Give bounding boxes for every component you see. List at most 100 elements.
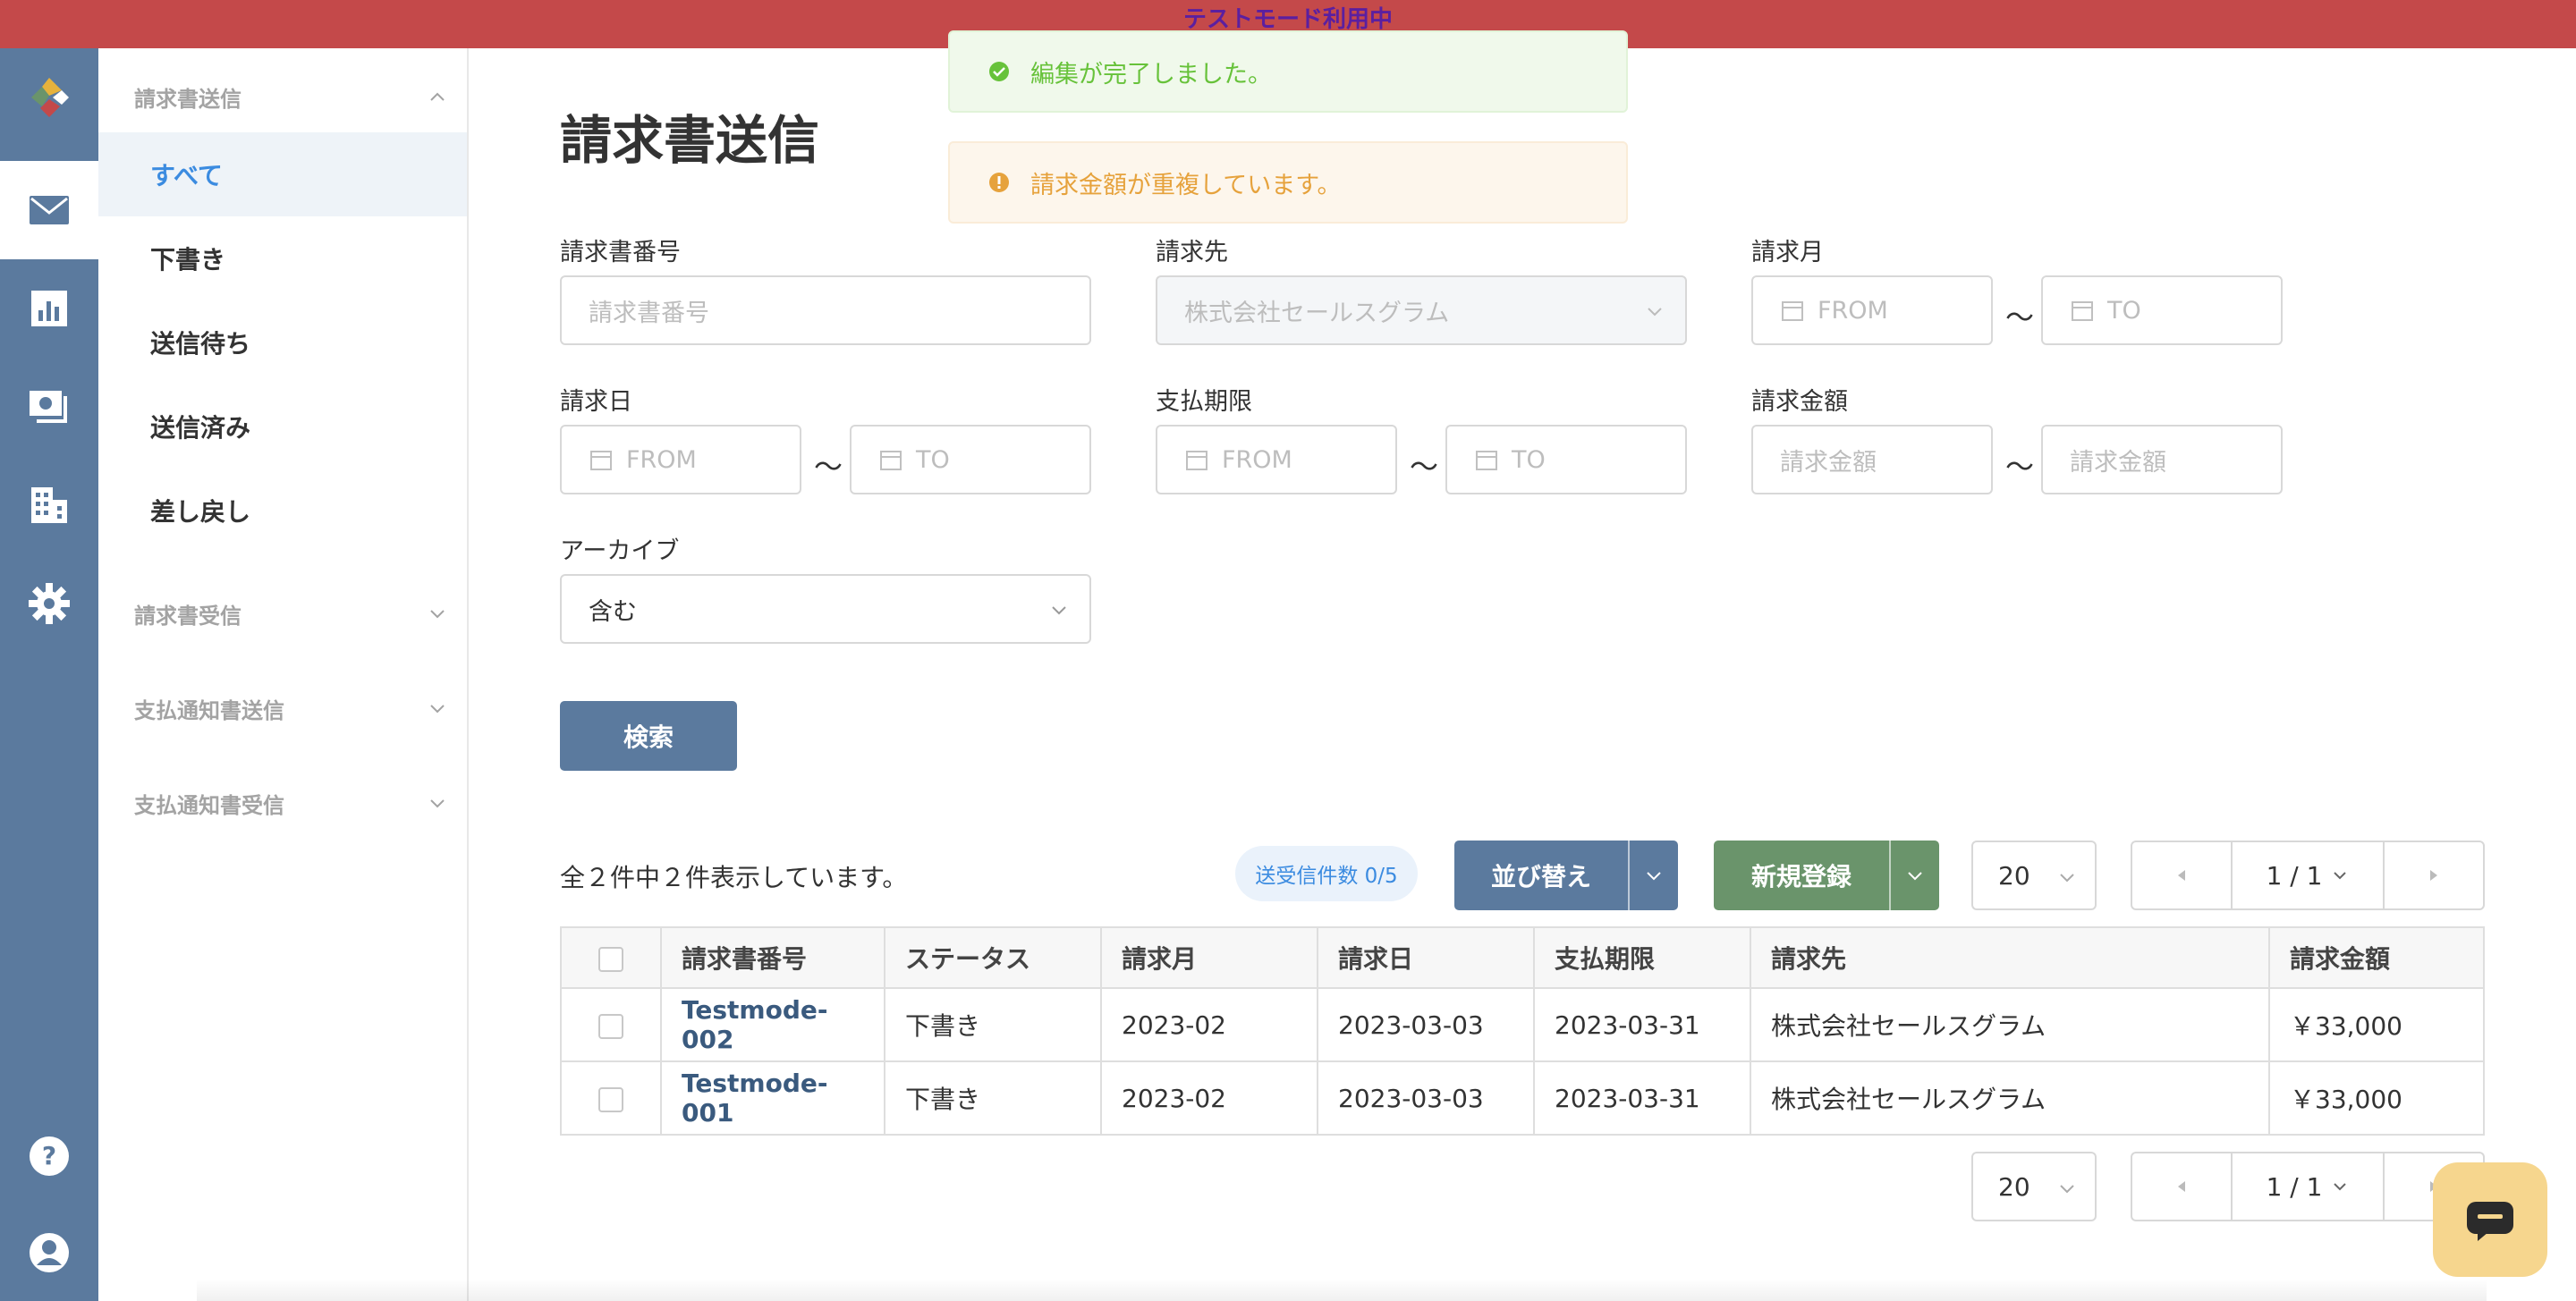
chat-widget-button[interactable] [2433, 1162, 2547, 1277]
sidebar: 請求書送信 すべて 下書き 送信待ち 送信済み 差し戻し 請求書受信 支払通知書… [98, 48, 469, 1301]
cell-amount: ￥33,000 [2268, 1060, 2485, 1136]
sidebar-item-draft[interactable]: 下書き [98, 216, 467, 300]
table-row[interactable]: Testmode-002 下書き 2023-02 2023-03-03 2023… [560, 987, 2485, 1062]
prev-page-button[interactable] [2132, 842, 2231, 908]
billing-month-to-input[interactable]: TO [2041, 275, 2283, 345]
col-amount[interactable]: 請求金額 [2268, 926, 2485, 989]
success-toast: 編集が完了しました。 [948, 30, 1628, 113]
chevron-down-icon [2334, 872, 2347, 880]
chevron-down-icon [430, 799, 445, 808]
help-icon[interactable]: ? [0, 1107, 98, 1205]
cell-billing-month: 2023-02 [1100, 1060, 1318, 1136]
invoice-date-to-input[interactable]: TO [850, 425, 1091, 494]
cell-billing-to: 株式会社セールスグラム [1750, 987, 2270, 1062]
table-row[interactable]: Testmode-001 下書き 2023-02 2023-03-03 2023… [560, 1060, 2485, 1136]
calendar-icon [2072, 301, 2093, 321]
mail-icon[interactable] [0, 161, 98, 259]
billing-month-label: 請求月 [1751, 239, 1824, 266]
cell-invoice-number: Testmode-002 [660, 987, 886, 1062]
warning-circle-icon [989, 173, 1009, 192]
invoice-date-label: 請求日 [560, 388, 632, 416]
chevron-up-icon [430, 92, 445, 101]
cell-invoice-date: 2023-03-03 [1317, 1060, 1535, 1136]
due-date-from-input[interactable]: FROM [1156, 425, 1397, 494]
chat-bubble-icon [2467, 1202, 2513, 1241]
col-invoice-number[interactable]: 請求書番号 [660, 926, 886, 989]
col-billing-to[interactable]: 請求先 [1750, 926, 2270, 989]
sidebar-item-returned[interactable]: 差し戻し [98, 469, 467, 553]
billing-to-select[interactable]: 株式会社セールスグラム [1156, 275, 1687, 345]
sidebar-section-invoice-receive[interactable]: 請求書受信 [134, 596, 447, 631]
sidebar-item-all[interactable]: すべて [98, 132, 467, 216]
amount-label: 請求金額 [1751, 388, 1848, 416]
col-invoice-date[interactable]: 請求日 [1317, 926, 1535, 989]
main-content: 請求書送信 請求書番号 請求書番号 請求先 株式会社セールスグラム 請求月 FR… [470, 48, 2576, 1301]
caret-left-icon [2178, 870, 2185, 881]
invoice-date-from-input[interactable]: FROM [560, 425, 801, 494]
calendar-icon [1186, 451, 1208, 470]
logo-icon[interactable] [0, 48, 98, 147]
cell-status: 下書き [884, 1060, 1102, 1136]
prev-page-button[interactable] [2132, 1153, 2231, 1220]
warning-toast-text: 請求金額が重複しています。 [1030, 171, 1342, 199]
sort-button-label: 並び替え [1490, 862, 1591, 891]
select-all-cell [560, 926, 662, 989]
invoice-number-input[interactable]: 請求書番号 [560, 275, 1091, 345]
svg-text:?: ? [42, 1141, 56, 1170]
due-date-to-input[interactable]: TO [1445, 425, 1687, 494]
create-button[interactable]: 新規登録 [1714, 841, 1939, 910]
table-header-row: 請求書番号 ステータス 請求月 請求日 支払期限 請求先 請求金額 [560, 926, 2485, 989]
sidebar-section-payment-notice-send[interactable]: 支払通知書送信 [134, 690, 447, 726]
per-page-select[interactable]: 20 [1971, 841, 2097, 910]
create-dropdown-toggle[interactable] [1889, 841, 1939, 910]
col-billing-month[interactable]: 請求月 [1100, 926, 1318, 989]
chart-icon[interactable] [0, 259, 98, 358]
col-due-date[interactable]: 支払期限 [1533, 926, 1751, 989]
caret-left-icon [2178, 1181, 2185, 1192]
chevron-down-icon [430, 610, 445, 619]
sort-dropdown-toggle[interactable] [1628, 841, 1678, 910]
chevron-down-icon [2060, 874, 2074, 883]
page-select[interactable]: 1 / 1 [2231, 1153, 2385, 1220]
sort-button[interactable]: 並び替え [1454, 841, 1678, 910]
gear-icon[interactable] [0, 554, 98, 653]
payment-icon[interactable] [0, 358, 98, 456]
select-all-checkbox[interactable] [598, 946, 623, 972]
billing-to-label: 請求先 [1156, 239, 1228, 266]
archive-select[interactable]: 含む [560, 574, 1091, 644]
pagination: 1 / 1 [2131, 841, 2485, 910]
search-button[interactable]: 検索 [560, 701, 737, 771]
building-icon[interactable] [0, 456, 98, 554]
cell-due-date: 2023-03-31 [1533, 1060, 1751, 1136]
per-page-select-bottom[interactable]: 20 [1971, 1152, 2097, 1221]
caret-right-icon [2430, 870, 2437, 881]
success-toast-text: 編集が完了しました。 [1030, 60, 1272, 89]
sidebar-section-payment-notice-receive[interactable]: 支払通知書受信 [134, 785, 447, 821]
next-page-button[interactable] [2385, 842, 2483, 908]
sidebar-item-sent[interactable]: 送信済み [98, 384, 467, 469]
send-count-badge: 送受信件数 0/5 [1235, 846, 1418, 901]
calendar-icon [880, 451, 902, 470]
amount-to-input[interactable]: 請求金額 [2041, 425, 2283, 494]
row-checkbox[interactable] [598, 1086, 623, 1112]
sidebar-section-invoice-send[interactable]: 請求書送信 [134, 79, 447, 114]
invoice-table: 請求書番号 ステータス 請求月 請求日 支払期限 請求先 請求金額 Testmo… [560, 926, 2485, 1136]
billing-month-from-input[interactable]: FROM [1751, 275, 1993, 345]
calendar-icon [590, 451, 612, 470]
amount-from-input[interactable]: 請求金額 [1751, 425, 1993, 494]
row-select-cell [560, 1060, 662, 1136]
cell-amount: ￥33,000 [2268, 987, 2485, 1062]
user-icon[interactable] [0, 1204, 98, 1301]
page-title: 請求書送信 [560, 110, 820, 171]
archive-label: アーカイブ [560, 537, 680, 565]
cell-status: 下書き [884, 987, 1102, 1062]
col-status[interactable]: ステータス [884, 926, 1102, 989]
invoice-number-link[interactable]: Testmode-001 [682, 1069, 828, 1128]
invoice-number-label: 請求書番号 [560, 239, 681, 266]
invoice-number-link[interactable]: Testmode-002 [682, 995, 828, 1054]
sidebar-item-pending[interactable]: 送信待ち [98, 300, 467, 384]
cell-billing-month: 2023-02 [1100, 987, 1318, 1062]
page-select[interactable]: 1 / 1 [2231, 842, 2385, 908]
row-checkbox[interactable] [598, 1013, 623, 1039]
create-button-label: 新規登録 [1750, 862, 1852, 891]
